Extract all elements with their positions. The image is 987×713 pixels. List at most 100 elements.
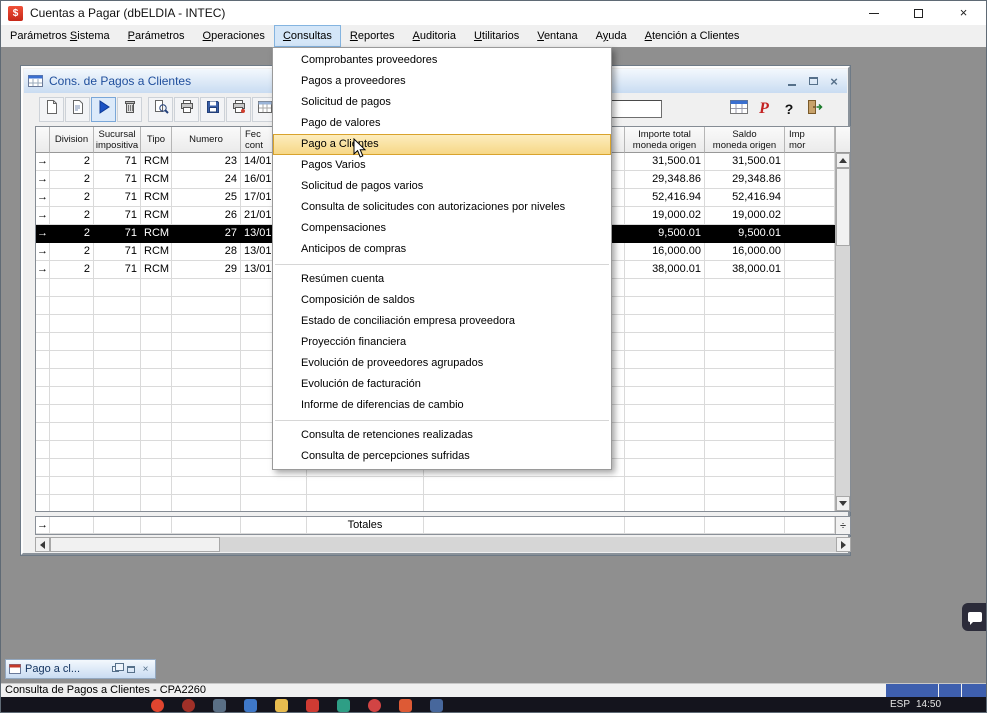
preview-button[interactable] bbox=[148, 97, 173, 122]
menu-item-anticipos-de-compras[interactable]: Anticipos de compras bbox=[273, 239, 611, 260]
taskbar-icon[interactable] bbox=[275, 699, 288, 712]
close-button[interactable]: × bbox=[941, 1, 986, 25]
menubar-item-parametros[interactable]: Parámetros bbox=[119, 25, 194, 47]
column-header-division[interactable]: Division bbox=[50, 127, 94, 153]
save-button[interactable] bbox=[200, 97, 225, 122]
grid-window-icon bbox=[9, 664, 21, 674]
cell-empty bbox=[625, 387, 705, 405]
cell-empty bbox=[785, 351, 835, 369]
menu-item-resumen-cuenta[interactable]: Resúmen cuenta bbox=[273, 269, 611, 290]
taskbar-icon[interactable] bbox=[213, 699, 226, 712]
menubar-item-parametros-sistema[interactable]: Parámetros Sistema bbox=[1, 25, 119, 47]
menubar-item-atencion-a-clientes[interactable]: Atención a Clientes bbox=[636, 25, 749, 47]
column-header-saldo[interactable]: Saldo moneda origen bbox=[705, 127, 785, 153]
column-header-tipo[interactable]: Tipo bbox=[141, 127, 172, 153]
menubar-item-consultas[interactable]: Consultas bbox=[274, 25, 341, 47]
scroll-left-button[interactable] bbox=[35, 537, 50, 552]
scroll-up-button[interactable] bbox=[836, 153, 850, 168]
menu-item-pago-de-valores[interactable]: Pago de valores bbox=[273, 113, 611, 134]
menu-item-solicitud-de-pagos[interactable]: Solicitud de pagos bbox=[273, 92, 611, 113]
clock[interactable]: 14:50 bbox=[916, 699, 941, 710]
cell-empty bbox=[424, 477, 625, 495]
run-query-button[interactable] bbox=[91, 97, 116, 122]
totals-spin-button[interactable]: ÷ bbox=[835, 517, 850, 534]
child-maximize-button[interactable] bbox=[804, 73, 822, 89]
taskbar-icon[interactable] bbox=[368, 699, 381, 712]
cell-empty bbox=[785, 297, 835, 315]
print-button[interactable] bbox=[174, 97, 199, 122]
menu-item-pago-a-clientes[interactable]: Pago a Clientes bbox=[273, 134, 611, 155]
cell-division: 2 bbox=[50, 189, 94, 207]
column-header-numero[interactable]: Numero bbox=[172, 127, 241, 153]
horizontal-scroll-thumb[interactable] bbox=[50, 537, 220, 552]
cell-numero: 24 bbox=[172, 171, 241, 189]
menu-item-evolucion-de-proveedores-agrupados[interactable]: Evolución de proveedores agrupados bbox=[273, 353, 611, 374]
taskbar-icon[interactable] bbox=[182, 699, 195, 712]
cell-saldo: 31,500.01 bbox=[705, 153, 785, 171]
products-button[interactable]: P bbox=[754, 99, 774, 119]
language-indicator[interactable]: ESP bbox=[890, 699, 910, 710]
exit-button[interactable] bbox=[804, 99, 824, 119]
column-header-impmor[interactable]: Imp mor bbox=[785, 127, 835, 153]
column-header-sucursal[interactable]: Sucursal impositiva bbox=[94, 127, 141, 153]
menu-item-comprobantes-proveedores[interactable]: Comprobantes proveedores bbox=[273, 50, 611, 71]
edit-record-button[interactable] bbox=[65, 97, 90, 122]
vertical-scroll-track[interactable] bbox=[836, 168, 850, 496]
cell-empty bbox=[625, 315, 705, 333]
close-button[interactable]: × bbox=[139, 663, 152, 676]
table-view-button[interactable] bbox=[729, 99, 749, 119]
child-minimize-button[interactable] bbox=[783, 73, 801, 89]
menu-item-proyeccion-financiera[interactable]: Proyección financiera bbox=[273, 332, 611, 353]
cell-empty bbox=[36, 387, 50, 405]
taskbar-icon[interactable] bbox=[244, 699, 257, 712]
new-record-button[interactable] bbox=[39, 97, 64, 122]
scroll-down-button[interactable] bbox=[836, 496, 850, 511]
vertical-scrollbar[interactable] bbox=[835, 127, 850, 511]
menubar-item-ventana[interactable]: Ventana bbox=[528, 25, 586, 47]
taskbar-icon[interactable] bbox=[306, 699, 319, 712]
menu-item-pagos-varios[interactable]: Pagos Varios bbox=[273, 155, 611, 176]
status-panels bbox=[886, 684, 986, 697]
menu-item-consulta-de-percepciones-sufridas[interactable]: Consulta de percepciones sufridas bbox=[273, 446, 611, 467]
menu-item-consulta-de-solicitudes-con-autorizaciones-por-niveles[interactable]: Consulta de solicitudes con autorizacion… bbox=[273, 197, 611, 218]
menubar-item-utilitarios[interactable]: Utilitarios bbox=[465, 25, 528, 47]
cell-empty bbox=[141, 459, 172, 477]
taskbar-icon[interactable] bbox=[151, 699, 164, 712]
scroll-right-button[interactable] bbox=[836, 537, 851, 552]
taskbar-icon[interactable] bbox=[399, 699, 412, 712]
menu-item-estado-de-conciliacion-empresa-proveedora[interactable]: Estado de conciliación empresa proveedor… bbox=[273, 311, 611, 332]
vertical-scroll-thumb[interactable] bbox=[836, 168, 850, 246]
cell-impmor bbox=[785, 171, 835, 189]
menubar-item-reportes[interactable]: Reportes bbox=[341, 25, 404, 47]
taskbar-icon[interactable] bbox=[430, 699, 443, 712]
column-header-marker[interactable] bbox=[36, 127, 50, 153]
chat-overlay-button[interactable] bbox=[962, 603, 987, 631]
column-header-importe[interactable]: Importe total moneda origen bbox=[625, 127, 705, 153]
maximize-button[interactable] bbox=[896, 1, 941, 25]
menu-item-informe-de-diferencias-de-cambio[interactable]: Informe de diferencias de cambio bbox=[273, 395, 611, 416]
help-button[interactable]: ? bbox=[779, 99, 799, 119]
taskbar-icon[interactable] bbox=[337, 699, 350, 712]
menu-item-pagos-a-proveedores[interactable]: Pagos a proveedores bbox=[273, 71, 611, 92]
maximize-button[interactable] bbox=[124, 663, 137, 676]
horizontal-scroll-track[interactable] bbox=[50, 537, 836, 552]
menubar-item-ayuda[interactable]: Ayuda bbox=[587, 25, 636, 47]
cell-empty bbox=[50, 369, 94, 387]
cell-numero: 25 bbox=[172, 189, 241, 207]
menu-item-solicitud-de-pagos-varios[interactable]: Solicitud de pagos varios bbox=[273, 176, 611, 197]
menu-item-consulta-de-retenciones-realizadas[interactable]: Consulta de retenciones realizadas bbox=[273, 425, 611, 446]
cell-empty bbox=[172, 297, 241, 315]
menubar-item-auditoria[interactable]: Auditoria bbox=[404, 25, 465, 47]
menu-item-composicion-de-saldos[interactable]: Composición de saldos bbox=[273, 290, 611, 311]
menu-item-evolucion-de-facturacion[interactable]: Evolución de facturación bbox=[273, 374, 611, 395]
print-setup-button[interactable] bbox=[226, 97, 251, 122]
minimized-window[interactable]: Pago a cl... × bbox=[5, 659, 156, 679]
delete-record-icon bbox=[122, 99, 138, 120]
minimize-button[interactable] bbox=[851, 1, 896, 25]
horizontal-scrollbar[interactable] bbox=[35, 537, 851, 552]
delete-record-button[interactable] bbox=[117, 97, 142, 122]
restore-button[interactable] bbox=[109, 663, 122, 676]
menubar-item-operaciones[interactable]: Operaciones bbox=[194, 25, 274, 47]
child-close-button[interactable]: × bbox=[825, 73, 843, 89]
menu-item-compensaciones[interactable]: Compensaciones bbox=[273, 218, 611, 239]
